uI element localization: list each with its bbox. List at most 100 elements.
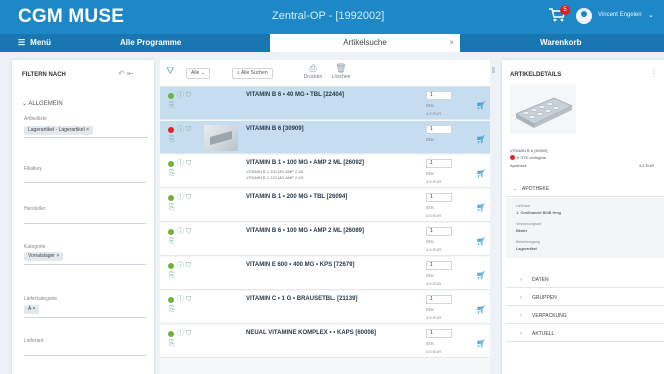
- info-icon[interactable]: ⓘ ⛉: [177, 260, 191, 270]
- alternatives-icon[interactable]: ⎘: [169, 272, 175, 280]
- table-row[interactable]: ⓘ ⛉ ⎘ VITAMIN B 6 [30909] 1 STK 🛒︎: [160, 121, 490, 154]
- add-to-cart-icon[interactable]: 🛒︎: [476, 101, 486, 110]
- lieferant-field[interactable]: [24, 345, 146, 356]
- status-dot: [168, 297, 174, 303]
- price-label: 4,5 EUR: [426, 281, 442, 286]
- info-icon[interactable]: ⓘ ⛉: [177, 294, 191, 304]
- quantity-input[interactable]: 1: [426, 91, 452, 100]
- quantity-input[interactable]: 1: [426, 261, 452, 270]
- status-dot: [168, 331, 174, 337]
- avatar[interactable]: [576, 8, 592, 24]
- apo-value: 1. Großhandel BMB Hmg: [516, 210, 561, 215]
- info-icon[interactable]: ⓘ ⛉: [177, 90, 191, 100]
- quantity-input[interactable]: 1: [426, 193, 452, 202]
- trash-icon: 🗑︎: [335, 63, 347, 73]
- print-button[interactable]: ⎙ Drucken: [302, 63, 324, 80]
- add-to-cart-icon[interactable]: 🛒︎: [476, 271, 486, 280]
- chevron-right-icon: ›: [520, 313, 522, 319]
- columns-icon[interactable]: ⫴: [492, 66, 495, 76]
- tab-artikelsuche[interactable]: Artikelsuche ×: [270, 34, 460, 52]
- price-label: 4,5 EUR: [426, 349, 442, 354]
- apo-label: Bestellvorgang: [516, 240, 540, 244]
- alternatives-icon[interactable]: ⎘: [169, 170, 175, 178]
- alternatives-icon[interactable]: ⎘: [169, 136, 175, 144]
- chevron-right-icon: ›: [520, 295, 522, 301]
- product-image: [510, 84, 576, 134]
- section-verpackung[interactable]: › VERPACKUNG: [506, 308, 664, 324]
- artikelliste-label: Artikelliste: [24, 116, 47, 122]
- info-icon[interactable]: ⓘ ⛉: [177, 124, 191, 134]
- article-name: VITAMIN B 1 • 100 MG • AMP 2 ML [26092]: [246, 160, 365, 166]
- alternatives-icon[interactable]: ⎘: [169, 340, 175, 348]
- delete-button[interactable]: 🗑︎ Löschen: [330, 63, 352, 80]
- lieferkategorie-field[interactable]: [24, 306, 146, 318]
- table-row[interactable]: ⓘ ⛉ ⎘ NEUAL VITAMINE KOMPLEX • • KAPS [600…: [160, 325, 490, 358]
- filter-title: FILTERN NACH: [22, 72, 66, 78]
- alternatives-icon[interactable]: ⎘: [169, 102, 175, 110]
- article-name: VITAMIN B 6 • 40 MG • TBL [22404]: [246, 92, 345, 98]
- filter-actions: ↶ ⇤: [118, 69, 134, 78]
- user-name[interactable]: Vincent Engelen: [598, 12, 642, 18]
- funnel-icon[interactable]: ⛛: [166, 66, 174, 77]
- unit-label: STK: [426, 341, 434, 346]
- table-row[interactable]: ⓘ ⛉ ⎘ VITAMIN B 1 • 200 MG • TBL [26094] 1 S…: [160, 189, 490, 222]
- article-subline: VITAMIN B 1 100 MG AMP 2 ML: [246, 169, 304, 174]
- menu-button[interactable]: ☰ Menü: [18, 38, 51, 47]
- all-programs-button[interactable]: Alle Programme: [120, 38, 181, 47]
- status-dot: [168, 229, 174, 235]
- unit-label: STK: [426, 239, 434, 244]
- article-name: VITAMIN B 1 • 200 MG • TBL [26094]: [246, 194, 348, 200]
- add-to-cart-icon[interactable]: 🛒︎: [476, 135, 486, 144]
- stock-status: 0 STK verfügbar: [510, 155, 546, 160]
- section-gruppen[interactable]: › GRUPPEN: [506, 290, 664, 306]
- status-dot: [168, 93, 174, 99]
- section-allgemein[interactable]: ⌄ ALLGEMEIN: [22, 100, 63, 107]
- table-row[interactable]: ⓘ ⛉ ⎘ VITAMIN B 1 • 100 MG • AMP 2 ML [260…: [160, 155, 490, 188]
- kategorie-label: Kategorie: [24, 244, 46, 250]
- section-aktuell[interactable]: › AKTUELL: [506, 326, 664, 342]
- kategorie-field[interactable]: [24, 253, 146, 265]
- quantity-input[interactable]: 1: [426, 125, 452, 134]
- chevron-down-icon: ⌄: [200, 70, 205, 76]
- add-to-cart-icon[interactable]: 🛒︎: [476, 237, 486, 246]
- table-row[interactable]: ⓘ ⛉ ⎘ VITAMIN E 600 • 400 MG • KPS [72679]…: [160, 257, 490, 290]
- close-icon[interactable]: ×: [449, 34, 454, 52]
- alternatives-icon[interactable]: ⎘: [169, 238, 175, 246]
- reset-icon[interactable]: ↶: [118, 69, 125, 78]
- status-dot: [510, 155, 515, 160]
- info-icon[interactable]: ⓘ ⛉: [177, 226, 191, 236]
- section-label: AKTUELL: [532, 331, 555, 337]
- alternatives-icon[interactable]: ⎘: [169, 306, 175, 314]
- sort-dropdown[interactable]: Alle ⌄: [186, 68, 210, 79]
- chevron-right-icon: ›: [520, 277, 522, 283]
- nav-bar: ☰ Menü Alle Programme Artikelsuche × Ware…: [0, 34, 664, 52]
- info-icon[interactable]: ⓘ ⛉: [177, 328, 191, 338]
- details-panel: ARTIKELDETAILS ⋮ VITAMIN B 6 [30909] 0 S…: [502, 60, 664, 374]
- section-apotheke[interactable]: ⌄ APOTHEKE: [506, 181, 664, 197]
- quantity-input[interactable]: 1: [426, 295, 452, 304]
- table-row[interactable]: ⓘ ⛉ ⎘ VITAMIN B 6 • 40 MG • TBL [22404] 1 ST…: [160, 87, 490, 120]
- table-row[interactable]: ⓘ ⛉ ⎘ VITAMIN B 6 • 100 MG • AMP 2 ML [260…: [160, 223, 490, 256]
- unit-label: STK: [426, 137, 434, 142]
- chevron-down-icon[interactable]: ⌄: [648, 11, 654, 19]
- info-icon[interactable]: ⓘ ⛉: [177, 192, 191, 202]
- collapse-icon[interactable]: ⇤: [127, 69, 134, 78]
- artikelliste-field[interactable]: [24, 126, 148, 138]
- more-icon[interactable]: ⋮: [650, 69, 658, 78]
- section-daten[interactable]: › DATEN: [506, 272, 664, 288]
- article-name: NEUAL VITAMINE KOMPLEX • • KAPS [60008]: [246, 330, 377, 336]
- quantity-input[interactable]: 1: [426, 159, 452, 168]
- add-to-cart-icon[interactable]: 🛒︎: [476, 339, 486, 348]
- add-to-cart-icon[interactable]: 🛒︎: [476, 305, 486, 314]
- search-scope-button[interactable]: ⌕ Alle Suchen: [232, 68, 273, 79]
- cart-nav-button[interactable]: Warenkorb: [540, 38, 582, 47]
- filialkey-field[interactable]: [24, 172, 146, 183]
- add-to-cart-icon[interactable]: 🛒︎: [476, 203, 486, 212]
- add-to-cart-icon[interactable]: 🛒︎: [476, 169, 486, 178]
- alternatives-icon[interactable]: ⎘: [169, 204, 175, 212]
- info-icon[interactable]: ⓘ ⛉: [177, 158, 191, 168]
- table-row[interactable]: ⓘ ⛉ ⎘ VITAMIN C • 1 G • BRAUSETBL. [21139]…: [160, 291, 490, 324]
- hersteller-field[interactable]: [24, 213, 146, 224]
- quantity-input[interactable]: 1: [426, 227, 452, 236]
- quantity-input[interactable]: 1: [426, 329, 452, 338]
